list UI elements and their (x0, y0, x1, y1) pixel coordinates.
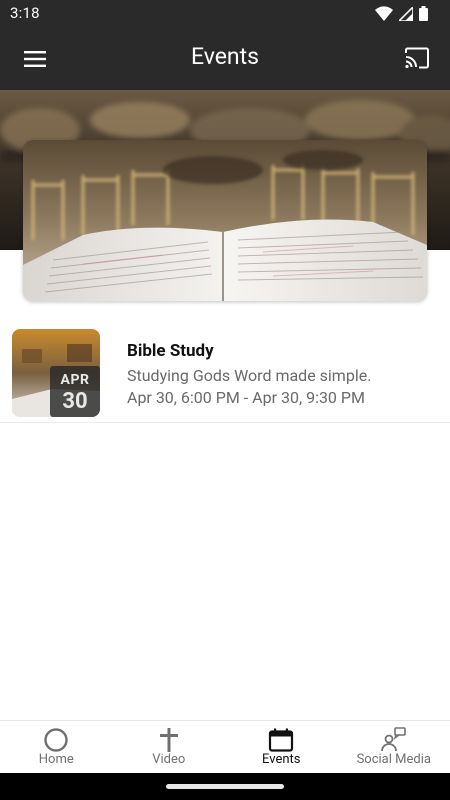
nav-item-home[interactable]: Home (0, 721, 113, 773)
calendar-icon (268, 727, 294, 753)
date-month: APR (60, 372, 90, 388)
status-bar: 3:18 (0, 0, 450, 28)
event-description: Studying Gods Word made simple. (127, 366, 372, 385)
event-title: Bible Study (127, 341, 214, 361)
status-icons (375, 5, 428, 25)
wifi-icon (375, 6, 393, 25)
nav-label-events: Events (262, 752, 301, 767)
event-thumbnail: APR 30 (12, 329, 100, 417)
battery-icon (419, 6, 428, 25)
hero-image (23, 140, 427, 301)
cast-button[interactable] (402, 43, 432, 73)
system-navigation-bar (0, 773, 450, 800)
page-title: Events (190, 43, 260, 70)
app-bar: Events (0, 28, 450, 90)
nav-item-social-media[interactable]: Social Media (338, 721, 450, 773)
date-badge: APR 30 (50, 366, 100, 417)
cross-icon (156, 727, 182, 753)
home-gesture-handle[interactable] (166, 784, 284, 789)
nav-label-home: Home (38, 752, 74, 767)
date-day: 30 (62, 389, 88, 414)
nav-item-events[interactable]: Events (225, 721, 338, 773)
nav-label-video: Video (152, 752, 186, 767)
status-time: 3:18 (10, 4, 40, 22)
bottom-navigation: Home Video Events Social Media (0, 720, 450, 773)
cellular-signal-icon (397, 5, 414, 25)
event-list-item[interactable]: APR 30 Bible Study Studying Gods Word ma… (0, 321, 450, 423)
social-person-icon (380, 727, 407, 753)
cast-icon (405, 47, 429, 69)
circle-icon (43, 727, 69, 753)
nav-label-social-media: Social Media (356, 752, 431, 767)
nav-item-video[interactable]: Video (113, 721, 226, 773)
event-time-range: Apr 30, 6:00 PM - Apr 30, 9:30 PM (127, 388, 365, 407)
